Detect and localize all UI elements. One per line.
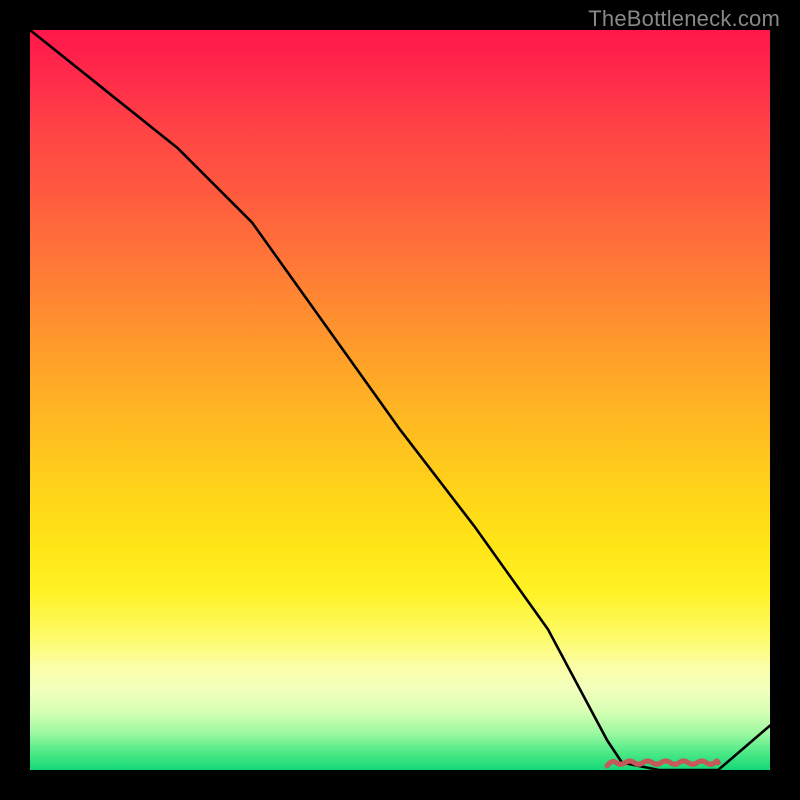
watermark-text: TheBottleneck.com [588, 6, 780, 32]
chart-frame: TheBottleneck.com [0, 0, 800, 800]
main-curve [30, 30, 770, 770]
chart-svg [30, 30, 770, 770]
red-squiggle-annotation [607, 761, 718, 766]
plot-area [30, 30, 770, 770]
